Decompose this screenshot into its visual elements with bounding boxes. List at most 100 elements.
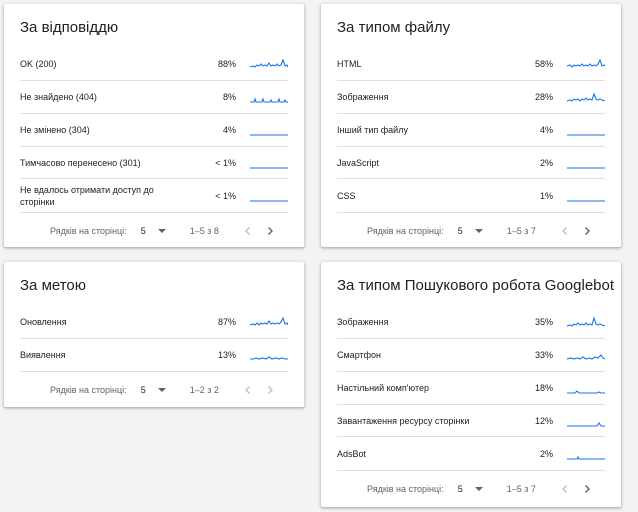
next-page-button[interactable] <box>259 379 281 401</box>
row-name: Тимчасово перенесено (301) <box>20 157 141 168</box>
row-percent: 1% <box>539 190 553 201</box>
table-row[interactable]: Тимчасово перенесено (301) < 1% <box>20 147 288 179</box>
googlebot-card: За типом Пошукового робота Googlebot Зоб… <box>321 262 621 507</box>
table-row[interactable]: Не змінено (304) 4% <box>20 114 288 147</box>
sparkline <box>250 134 288 136</box>
row-percent: 33% <box>534 350 553 360</box>
page-range: 1–5 з 7 <box>506 226 536 236</box>
table-row[interactable]: OK (200) 88% <box>20 48 288 81</box>
page-range: 1–5 з 8 <box>189 226 219 236</box>
table-row[interactable]: AdsBot 2% <box>337 437 605 471</box>
row-name: Зображення <box>337 317 389 327</box>
rows-per-page-label: Рядків на сторінці: <box>50 226 127 236</box>
row-percent: < 1% <box>215 157 236 168</box>
row-name: Оновлення <box>20 317 67 327</box>
row-name: OK (200) <box>20 59 57 69</box>
sparkline <box>250 97 288 103</box>
rows-per-page-select[interactable]: 5 <box>141 385 146 395</box>
row-name: Виявлення <box>20 350 66 360</box>
chevron-right-icon <box>267 386 273 394</box>
next-page-button[interactable] <box>576 478 598 500</box>
rows-per-page-select[interactable]: 5 <box>458 484 463 494</box>
table-row[interactable]: Оновлення 87% <box>20 306 288 339</box>
dropdown-caret-icon[interactable] <box>157 388 166 392</box>
next-page-button[interactable] <box>259 220 281 242</box>
rows-per-page-label: Рядків на сторінці: <box>367 226 444 236</box>
table-row[interactable]: CSS 1% <box>337 179 605 213</box>
row-name: Не знайдено (404) <box>20 92 97 102</box>
sparkline <box>567 421 605 427</box>
table-row[interactable]: Не знайдено (404) 8% <box>20 81 288 114</box>
sparkline <box>567 316 605 327</box>
sparkline <box>567 199 605 202</box>
table-row[interactable]: Інший тип файлу 4% <box>337 114 605 147</box>
pagination: Рядків на сторінці: 5 1–5 з 7 <box>321 471 621 507</box>
row-name: Не змінено (304) <box>20 125 90 135</box>
chevron-right-icon <box>584 227 590 235</box>
pagination: Рядків на сторінці: 5 1–5 з 7 <box>321 213 621 249</box>
table-row[interactable]: JavaScript 2% <box>337 147 605 179</box>
sparkline <box>567 390 605 394</box>
row-percent: 18% <box>534 383 553 393</box>
pagination: Рядків на сторінці: 5 1–2 з 2 <box>4 372 304 408</box>
sparkline <box>567 134 605 136</box>
row-name: Не вдалось отримати доступ до сторінки <box>20 184 154 207</box>
prev-page-button[interactable] <box>237 379 259 401</box>
table-row[interactable]: Смартфон 33% <box>337 339 605 372</box>
next-page-button[interactable] <box>576 220 598 242</box>
rows-per-page-select[interactable]: 5 <box>458 226 463 236</box>
row-percent: 4% <box>539 125 553 135</box>
response-card: За відповіддю OK (200) 88% Не знайдено (… <box>4 4 304 247</box>
row-name: Завантаження ресурсу сторінки <box>337 415 470 426</box>
chevron-left-icon <box>244 227 250 235</box>
prev-page-button[interactable] <box>237 220 259 242</box>
dropdown-caret-icon[interactable] <box>474 487 483 491</box>
rows-per-page-label: Рядків на сторінці: <box>367 484 444 494</box>
table-row[interactable]: HTML 58% <box>337 48 605 81</box>
pagination: Рядків на сторінці: 5 1–5 з 8 <box>4 213 304 249</box>
sparkline <box>567 58 605 68</box>
page-range: 1–5 з 7 <box>506 484 536 494</box>
table-row[interactable]: Виявлення 13% <box>20 339 288 372</box>
table-row[interactable]: Не вдалось отримати доступ до сторінки <… <box>20 179 288 213</box>
row-name: JavaScript <box>337 157 380 168</box>
row-percent: < 1% <box>215 190 236 201</box>
dropdown-caret-icon[interactable] <box>474 229 483 233</box>
row-name: Зображення <box>337 92 389 102</box>
row-percent: 88% <box>217 59 236 69</box>
card-title: За метою <box>20 277 87 294</box>
table: HTML 58% Зображення 28% Інший тип файлу … <box>337 48 605 213</box>
dropdown-caret-icon[interactable] <box>157 229 166 233</box>
row-percent: 35% <box>534 317 553 327</box>
chevron-right-icon <box>267 227 273 235</box>
row-name: Смартфон <box>337 350 382 360</box>
page-range: 1–2 з 2 <box>189 385 219 395</box>
prev-page-button[interactable] <box>554 220 576 242</box>
table-row[interactable]: Зображення 28% <box>337 81 605 114</box>
table: OK (200) 88% Не знайдено (404) 8% Не змі… <box>20 48 288 213</box>
sparkline <box>567 455 605 460</box>
table-row[interactable]: Завантаження ресурсу сторінки 12% <box>337 405 605 437</box>
rows-per-page-select[interactable]: 5 <box>141 226 146 236</box>
prev-page-button[interactable] <box>554 478 576 500</box>
sparkline <box>567 166 605 169</box>
chevron-right-icon <box>584 485 590 493</box>
sparkline <box>250 356 288 360</box>
sparkline <box>250 199 288 202</box>
filetype-card: За типом файлу HTML 58% Зображення 28% І… <box>321 4 621 247</box>
table-row[interactable]: Настільний комп'ютер 18% <box>337 372 605 405</box>
row-percent: 2% <box>539 157 553 168</box>
row-percent: 13% <box>217 350 236 360</box>
sparkline <box>250 166 288 169</box>
row-name: AdsBot <box>337 448 367 459</box>
rows-per-page-label: Рядків на сторінці: <box>50 385 127 395</box>
chevron-left-icon <box>561 227 567 235</box>
row-percent: 12% <box>534 415 553 426</box>
row-percent: 28% <box>534 92 553 102</box>
purpose-card: За метою Оновлення 87% Виявлення 13% Ряд… <box>4 262 304 407</box>
sparkline <box>250 58 288 68</box>
table: Оновлення 87% Виявлення 13% <box>20 306 288 372</box>
row-percent: 8% <box>222 92 236 102</box>
row-percent: 58% <box>534 59 553 69</box>
table-row[interactable]: Зображення 35% <box>337 306 605 339</box>
